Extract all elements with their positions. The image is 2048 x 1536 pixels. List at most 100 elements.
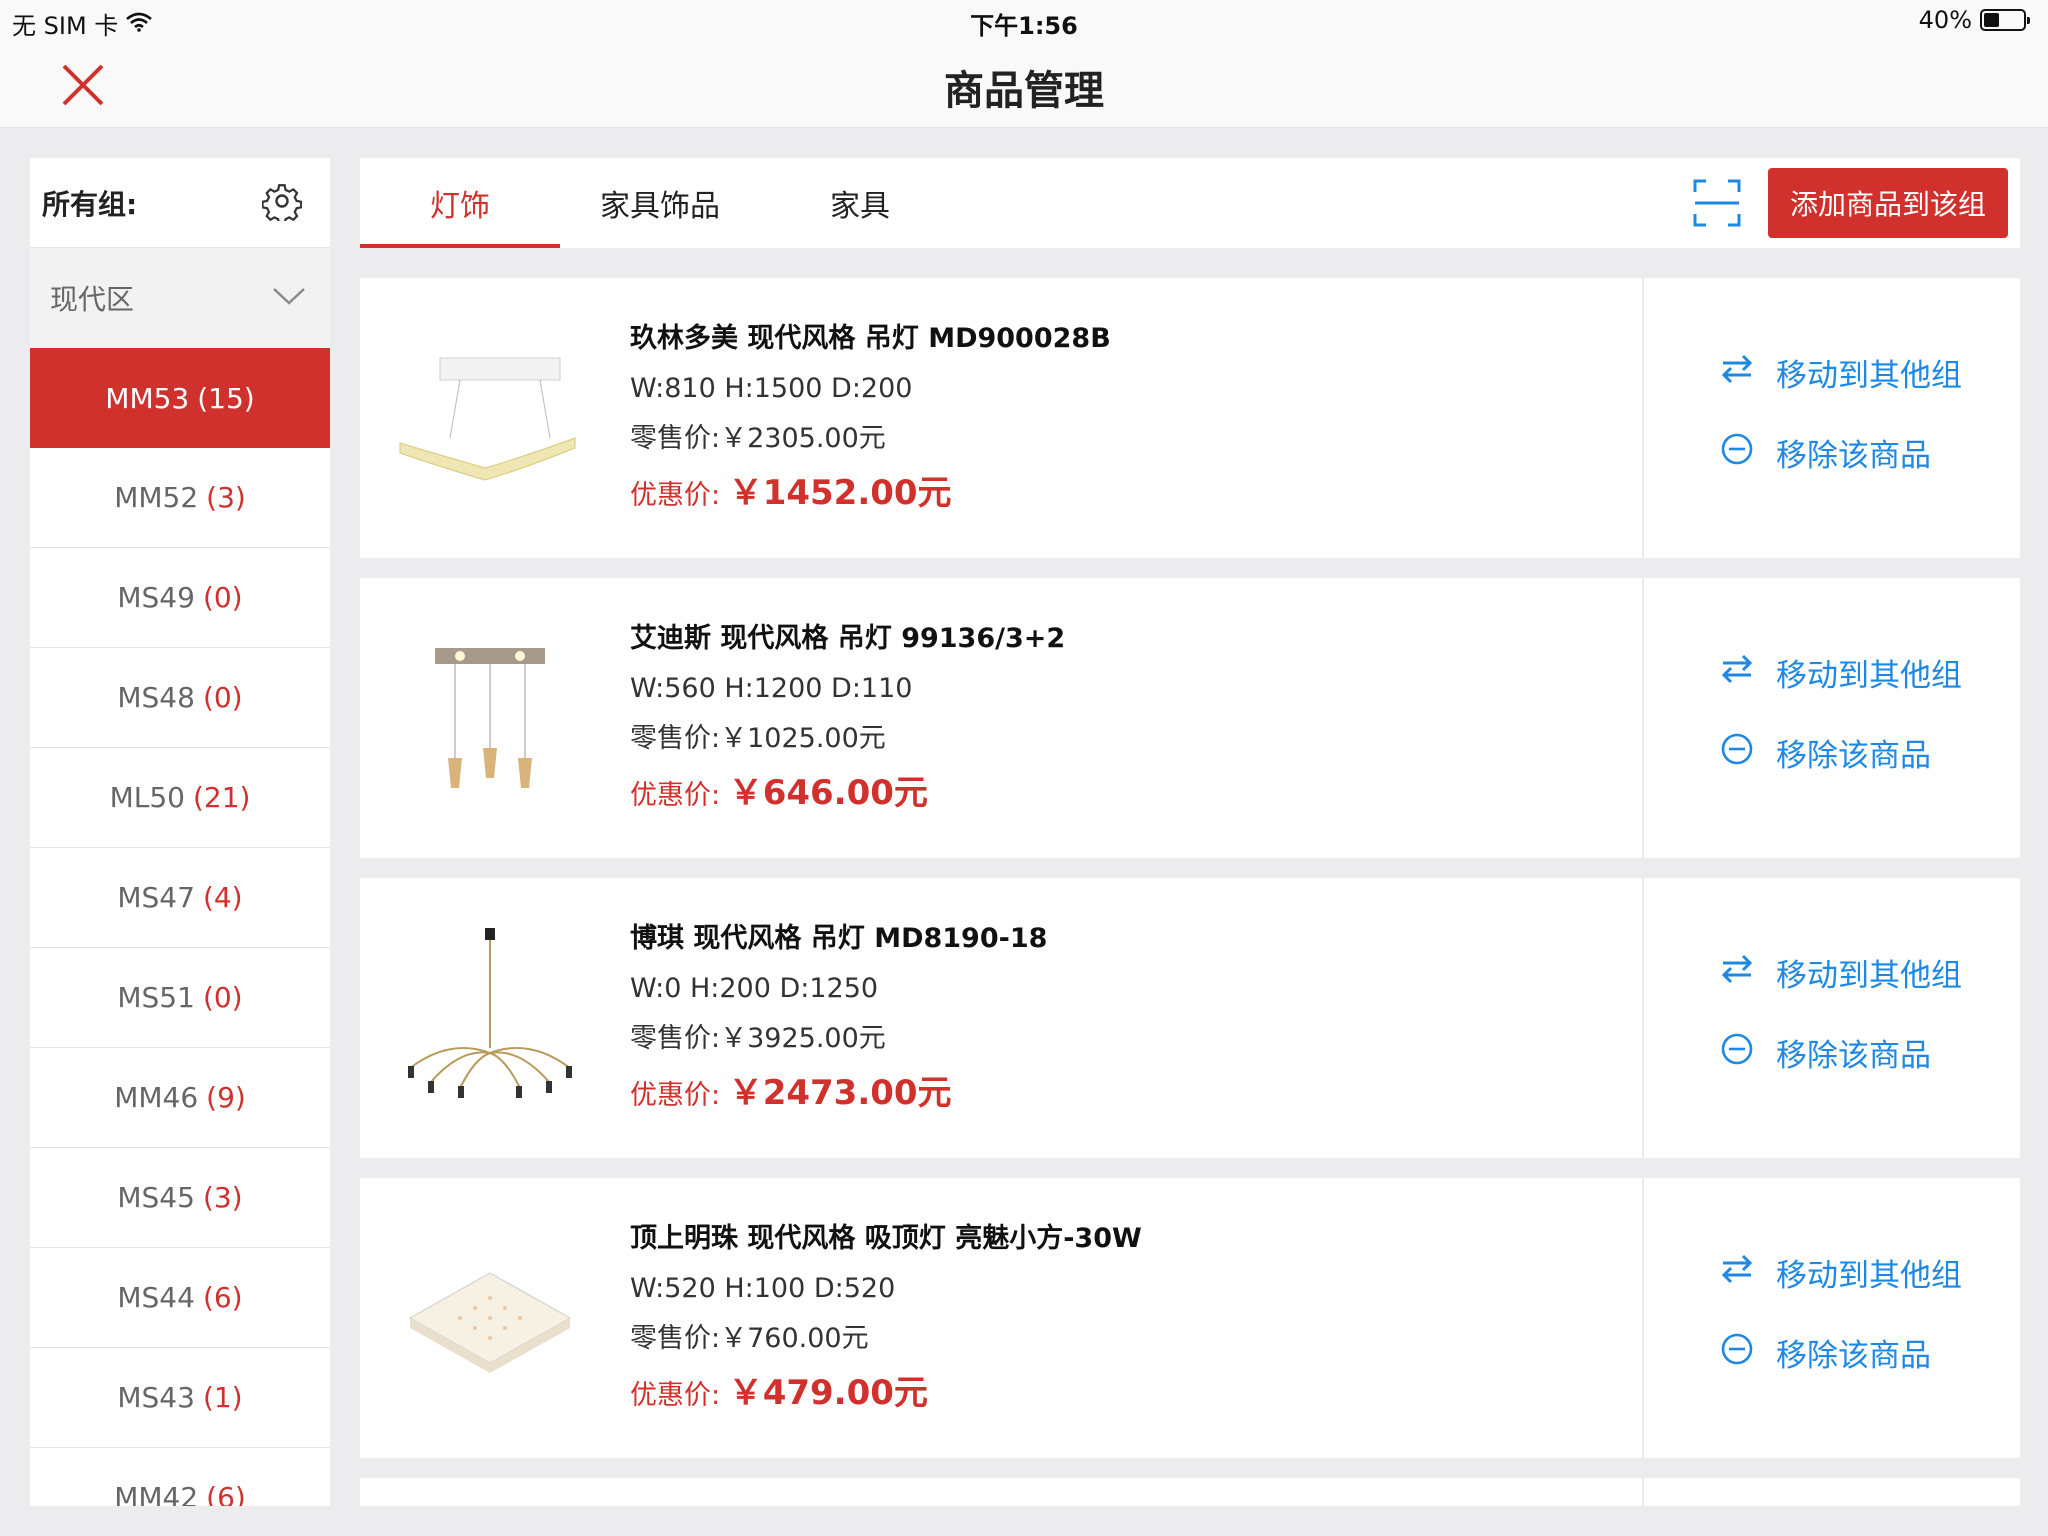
add-product-to-group-button[interactable]: 添加商品到该组 [1768,168,2008,238]
product-promo-price: 优惠价: ￥479.00元 [630,1364,1142,1422]
sidebar-item-count: (4) [202,881,243,914]
sidebar-item-mm46[interactable]: MM46 (9) [30,1048,330,1148]
product-name: 玖林多美 现代风格 吊灯 MD900028B [630,323,1111,354]
sidebar-item-count: (15) [197,381,255,415]
card-divider [1642,878,1644,1158]
sidebar-item-mm42[interactable]: MM42 (6) [30,1448,330,1506]
minus-circle-icon [1720,732,1754,774]
group-select-value: 现代区 [50,283,135,316]
battery-fill [1984,13,2000,27]
sidebar-item-label: MS43 [117,1381,195,1414]
product-actions: 移动到其他组 移除该商品 [1720,1178,2020,1458]
chevron-down-icon [272,286,306,310]
product-card[interactable]: 顶上明珠 现代风格 吸顶灯 亮魅小方-30W W:520 H:100 D:520 零… [360,1178,2020,1458]
retail-price-label: 零售价: [630,423,721,454]
swap-arrows-icon [1720,652,1754,694]
product-name: 艾迪斯 现代风格 吊灯 99136/3+2 [630,623,1066,654]
promo-price-label: 优惠价: [630,1380,721,1411]
retail-price-value: ￥3925.00元 [720,1023,886,1054]
retail-price-label: 零售价: [630,1323,721,1354]
gear-icon[interactable] [261,181,303,225]
product-info: 艾迪斯 现代风格 吊灯 99136/3+2 W:560 H:1200 D:110 零… [630,614,1065,822]
sidebar-item-mm53[interactable]: MM53 (15) [30,348,330,448]
swap-arrows-icon [1720,952,1754,994]
sidebar-item-label: MM53 [105,381,190,415]
sidebar-item-count: (0) [202,681,243,714]
group-list: MM53 (15) MM52 (3) MS49 (0) MS48 (0) ML50 (21) MS4… [30,348,330,1506]
card-divider [1642,1478,1644,1506]
promo-price-label: 优惠价: [630,480,721,511]
move-to-other-group-button[interactable]: 移动到其他组 [1720,950,1962,995]
move-label: 移动到其他组 [1776,358,1962,394]
battery-percent: 40% [1918,6,1972,34]
sidebar: 所有组: 现代区 MM53 (15) MM52 (3) MS49 (0) MS48 (0) ML… [30,158,330,1506]
product-actions: 移动到其他组 移除该商品 [1720,578,2020,858]
sidebar-item-count: (6) [202,1281,243,1314]
sidebar-item-ms44[interactable]: MS44 (6) [30,1248,330,1348]
tab-furniture[interactable]: 家具 [760,158,960,248]
product-card[interactable]: 玖林多美 现代风格 吊灯 MD900028B W:810 H:1500 D:200… [360,278,2020,558]
sidebar-item-count: (0) [202,981,243,1014]
move-to-other-group-button[interactable]: 移动到其他组 [1720,650,1962,695]
sidebar-item-ms48[interactable]: MS48 (0) [30,648,330,748]
product-name: 博琪 现代风格 吊灯 MD8190-18 [630,923,1048,954]
remove-label: 移除该商品 [1776,1338,1931,1374]
move-label: 移动到其他组 [1776,958,1962,994]
promo-price-value: ￥1452.00元 [728,473,952,513]
promo-price-value: ￥646.00元 [728,773,928,813]
product-promo-price: 优惠价: ￥2473.00元 [630,1064,1047,1122]
remove-label: 移除该商品 [1776,738,1931,774]
tab-home-decor[interactable]: 家具饰品 [560,158,760,248]
remove-label: 移除该商品 [1776,438,1931,474]
tabs-bar: 灯饰 家具饰品 家具 添加商品到该组 [360,158,2020,248]
sidebar-item-mm52[interactable]: MM52 (3) [30,448,330,548]
product-list: 玖林多美 现代风格 吊灯 MD900028B W:810 H:1500 D:200… [360,278,2020,1506]
sidebar-item-count: (1) [202,1381,243,1414]
move-to-other-group-button[interactable]: 移动到其他组 [1720,1250,1962,1295]
status-right: 40% [1918,6,2030,34]
product-card[interactable]: 博琪 现代风格 吊灯 MD8190-18 W:0 H:200 D:1250 零售价:… [360,878,2020,1158]
sidebar-item-ml50[interactable]: ML50 (21) [30,748,330,848]
sidebar-item-count: (21) [192,781,251,814]
product-card-partial [360,1478,2020,1506]
sidebar-item-label: MS47 [117,881,195,914]
sidebar-item-ms43[interactable]: MS43 (1) [30,1348,330,1448]
sidebar-item-count: (0) [202,581,243,614]
status-bar: 无 SIM 卡 下午1:56 40% [0,0,2048,40]
product-card[interactable]: 艾迪斯 现代风格 吊灯 99136/3+2 W:560 H:1200 D:110 零… [360,578,2020,858]
sidebar-item-ms47[interactable]: MS47 (4) [30,848,330,948]
move-label: 移动到其他组 [1776,658,1962,694]
product-retail-price: 零售价:￥1025.00元 [630,714,1065,764]
move-to-other-group-button[interactable]: 移动到其他组 [1720,350,1962,395]
product-promo-price: 优惠价: ￥646.00元 [630,764,1065,822]
retail-price-label: 零售价: [630,1023,721,1054]
sidebar-item-ms49[interactable]: MS49 (0) [30,548,330,648]
move-label: 移动到其他组 [1776,1258,1962,1294]
remove-product-button[interactable]: 移除该商品 [1720,430,1931,475]
product-dimensions: W:560 H:1200 D:110 [630,673,913,704]
product-dimensions: W:520 H:100 D:520 [630,1273,896,1304]
sidebar-item-ms45[interactable]: MS45 (3) [30,1148,330,1248]
pendant-lamp-image [390,318,590,518]
tab-lighting[interactable]: 灯饰 [360,158,560,248]
product-retail-price: 零售价:￥760.00元 [630,1314,1142,1364]
scan-icon[interactable] [1692,178,1742,228]
sidebar-item-count: (3) [202,1181,243,1214]
product-name: 顶上明珠 现代风格 吸顶灯 亮魅小方-30W [630,1223,1142,1254]
sidebar-item-ms51[interactable]: MS51 (0) [30,948,330,1048]
chandelier-image [390,918,590,1118]
group-select[interactable]: 现代区 [30,248,330,348]
remove-product-button[interactable]: 移除该商品 [1720,1330,1931,1375]
product-dimensions: W:810 H:1500 D:200 [630,373,913,404]
promo-price-label: 优惠价: [630,1080,721,1111]
product-actions: 移动到其他组 移除该商品 [1720,278,2020,558]
remove-product-button[interactable]: 移除该商品 [1720,730,1931,775]
sidebar-item-label: MS44 [117,1281,195,1314]
remove-label: 移除该商品 [1776,1038,1931,1074]
promo-price-value: ￥2473.00元 [728,1073,952,1113]
card-divider [1642,278,1644,558]
sidebar-item-label: MS45 [117,1181,195,1214]
pendant-lamp-image [390,618,590,818]
sidebar-item-label: ML50 [109,781,185,814]
remove-product-button[interactable]: 移除该商品 [1720,1030,1931,1075]
